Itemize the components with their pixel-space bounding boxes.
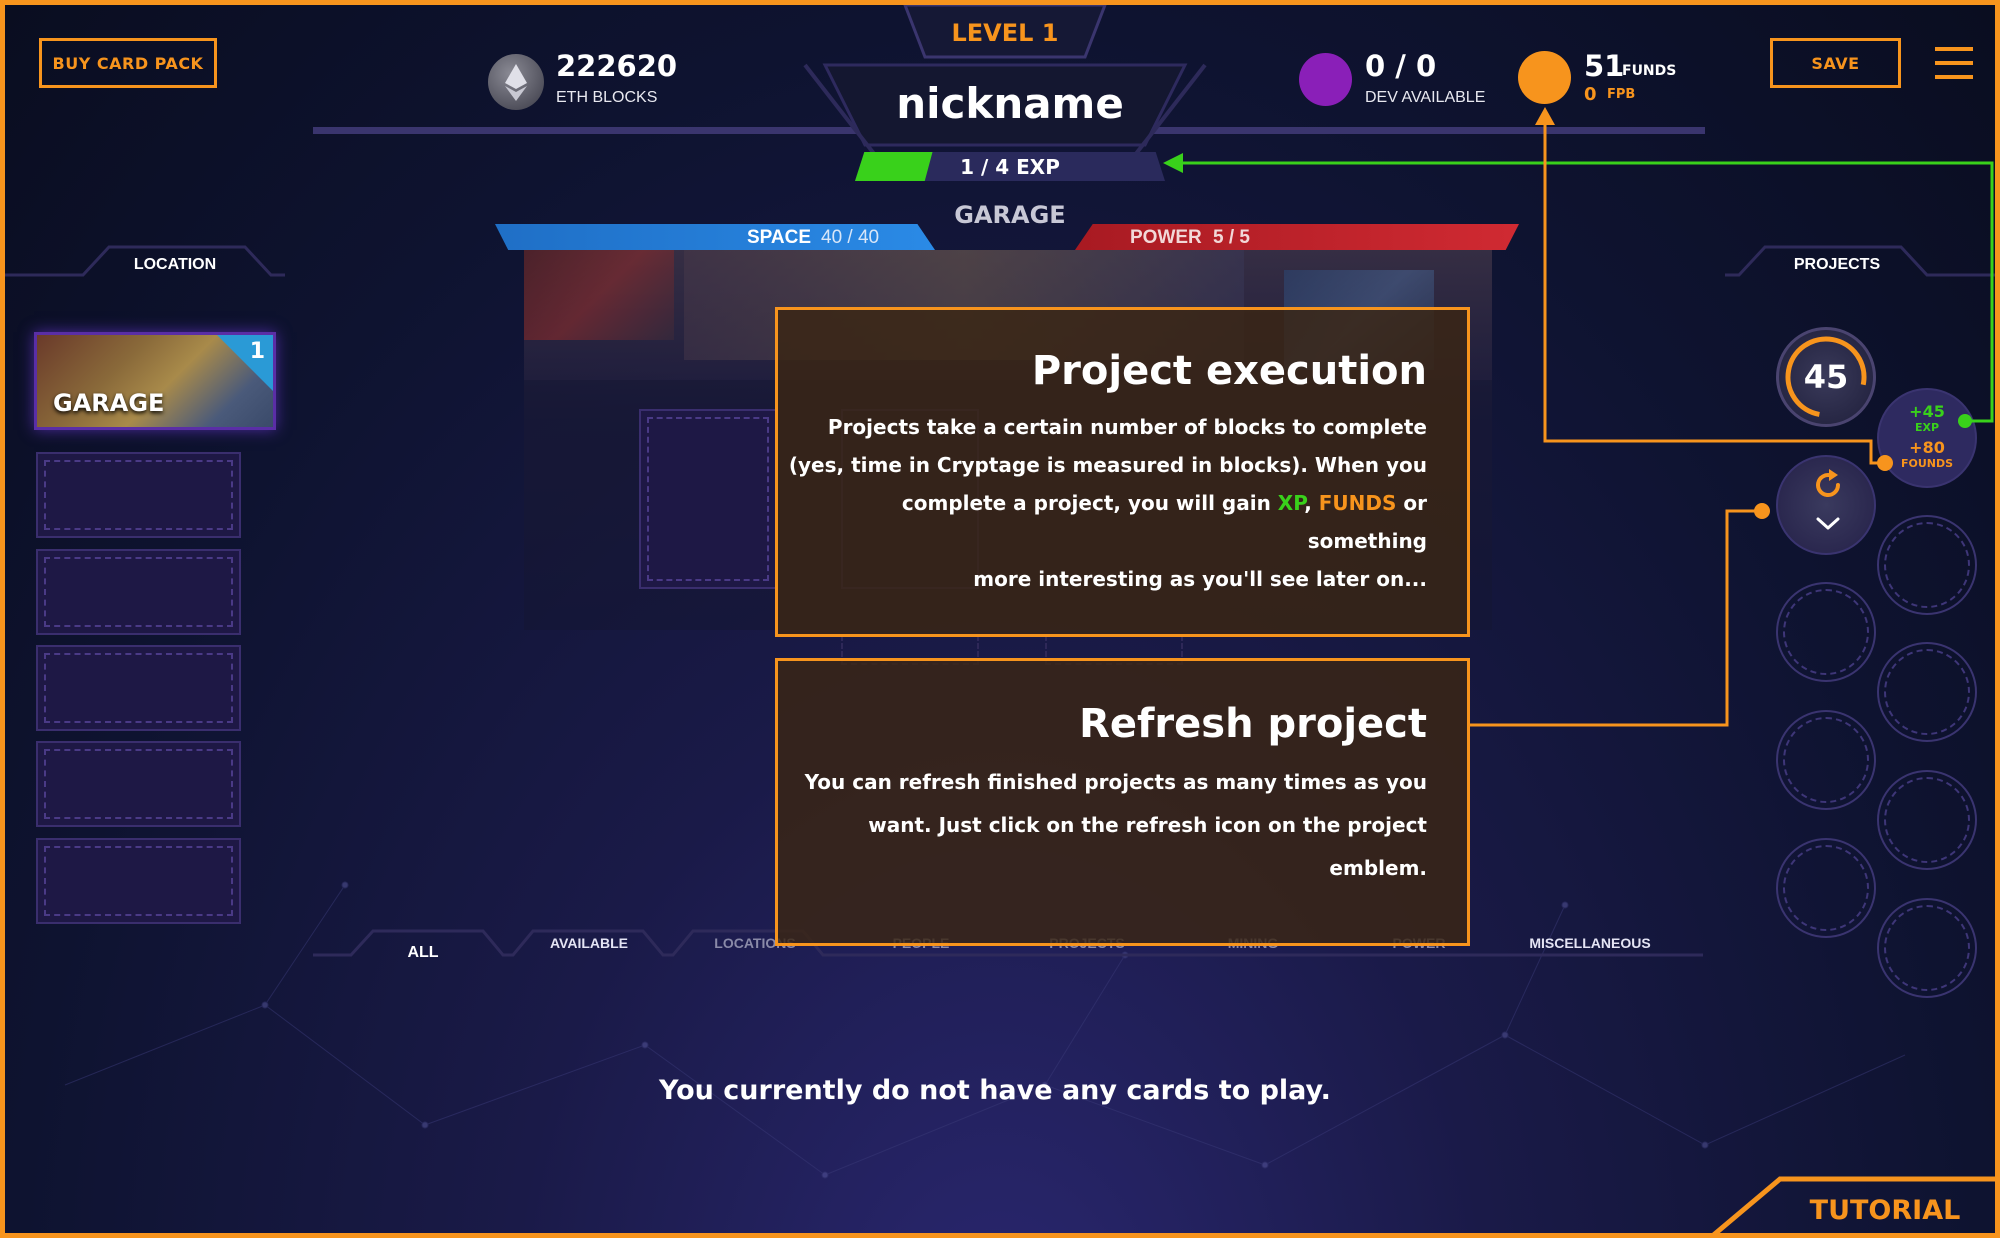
funds-label: FUNDS xyxy=(1622,63,1677,79)
reward-funds-label: FOUNDS xyxy=(1900,457,1954,470)
location-card-badge: 1 xyxy=(249,339,265,364)
level-label: LEVEL 1 xyxy=(951,19,1059,47)
buy-card-pack-button[interactable]: BUY CARD PACK xyxy=(39,38,217,88)
reward-funds-value: +80 xyxy=(1909,438,1945,457)
tip-xp-highlight: XP xyxy=(1277,491,1305,515)
funds-value: 51 xyxy=(1584,49,1625,83)
reward-exp-label: EXP xyxy=(1914,421,1940,434)
project-slot-circle[interactable] xyxy=(1877,515,1977,615)
project-slot-circle[interactable] xyxy=(1776,838,1876,938)
tip-refresh-title: Refresh project xyxy=(1079,701,1427,747)
chevron-down-icon[interactable] xyxy=(1814,515,1842,533)
empty-cards-message: You currently do not have any cards to p… xyxy=(659,1075,1331,1106)
garage-location-card[interactable]: 1 GARAGE xyxy=(34,332,276,430)
dev-icon xyxy=(1299,53,1352,106)
space-label: SPACE xyxy=(747,227,812,248)
exp-text: 1 / 4 EXP xyxy=(960,155,1060,179)
nickname: nickname xyxy=(896,79,1124,128)
project-slot-circle[interactable] xyxy=(1776,582,1876,682)
dev-label: DEV AVAILABLE xyxy=(1365,89,1486,106)
save-button[interactable]: SAVE xyxy=(1770,38,1901,88)
project-slot-circle[interactable] xyxy=(1877,770,1977,870)
tip-refresh-line1: You can refresh finished projects as man… xyxy=(804,770,1427,794)
location-slot[interactable] xyxy=(36,838,241,924)
projects-title: PROJECTS xyxy=(1793,256,1881,273)
location-slot[interactable] xyxy=(36,549,241,635)
refresh-icon[interactable] xyxy=(1810,467,1846,503)
location-card-name: GARAGE xyxy=(53,389,165,417)
project-slot-circle[interactable] xyxy=(1877,642,1977,742)
reward-exp-value: +45 xyxy=(1909,402,1945,421)
power-value: 5 / 5 xyxy=(1213,227,1250,248)
tip-funds-highlight: FUNDS xyxy=(1318,491,1397,515)
garage-title: GARAGE xyxy=(954,201,1066,229)
fpb-value: 0 xyxy=(1584,84,1597,105)
tutorial-tip-project-execution: Project execution Projects take a certai… xyxy=(775,307,1470,637)
project-slot[interactable] xyxy=(639,409,777,589)
tip-execution-line1: Projects take a certain number of blocks… xyxy=(827,415,1427,439)
location-title: LOCATION xyxy=(133,256,217,273)
hamburger-menu-icon[interactable] xyxy=(1935,47,1973,81)
tab-miscellaneous[interactable]: MISCELLANEOUS xyxy=(1515,931,1665,955)
tutorial-button[interactable]: TUTORIAL xyxy=(1785,1195,1985,1233)
project-slot-circle[interactable] xyxy=(1877,898,1977,998)
game-screen: BUY CARD PACK 222620 ETH BLOCKS LEVEL 1 … xyxy=(0,0,2000,1238)
eth-icon xyxy=(488,54,544,110)
eth-blocks-label: ETH BLOCKS xyxy=(556,89,658,106)
tip-execution-body: Projects take a certain number of blocks… xyxy=(778,408,1427,598)
tip-execution-line4: more interesting as you'll see later on.… xyxy=(973,567,1427,591)
tutorial-tip-refresh-project: Refresh project You can refresh finished… xyxy=(775,658,1470,946)
space-value: 40 / 40 xyxy=(821,227,880,248)
tip-execution-line2: (yes, time in Cryptage is measured in bl… xyxy=(788,453,1427,477)
tip-execution-line3: complete a project, you will gain XP, FU… xyxy=(901,491,1427,553)
funds-icon xyxy=(1518,51,1571,104)
project-slot-circle[interactable] xyxy=(1776,710,1876,810)
project-blocks-value: 45 xyxy=(1803,358,1849,396)
location-slot[interactable] xyxy=(36,741,241,827)
project-emblem-card xyxy=(1776,455,1876,555)
tip-refresh-line2: want. Just click on the refresh icon on … xyxy=(868,813,1427,880)
active-project-emblem[interactable]: 45 xyxy=(1776,327,1876,427)
location-slot[interactable] xyxy=(36,645,241,731)
tab-all[interactable]: ALL xyxy=(373,941,473,965)
eth-blocks-value: 222620 xyxy=(556,49,678,83)
project-reward-badge: +45 EXP +80 FOUNDS xyxy=(1877,388,1977,488)
tab-available[interactable]: AVAILABLE xyxy=(529,931,649,955)
tip-execution-title: Project execution xyxy=(1031,348,1427,394)
tip-refresh-body: You can refresh finished projects as man… xyxy=(778,761,1427,890)
power-label: POWER xyxy=(1130,227,1202,248)
dev-value: 0 / 0 xyxy=(1365,49,1437,83)
fpb-label: FPB xyxy=(1607,87,1636,102)
location-slot[interactable] xyxy=(36,452,241,538)
